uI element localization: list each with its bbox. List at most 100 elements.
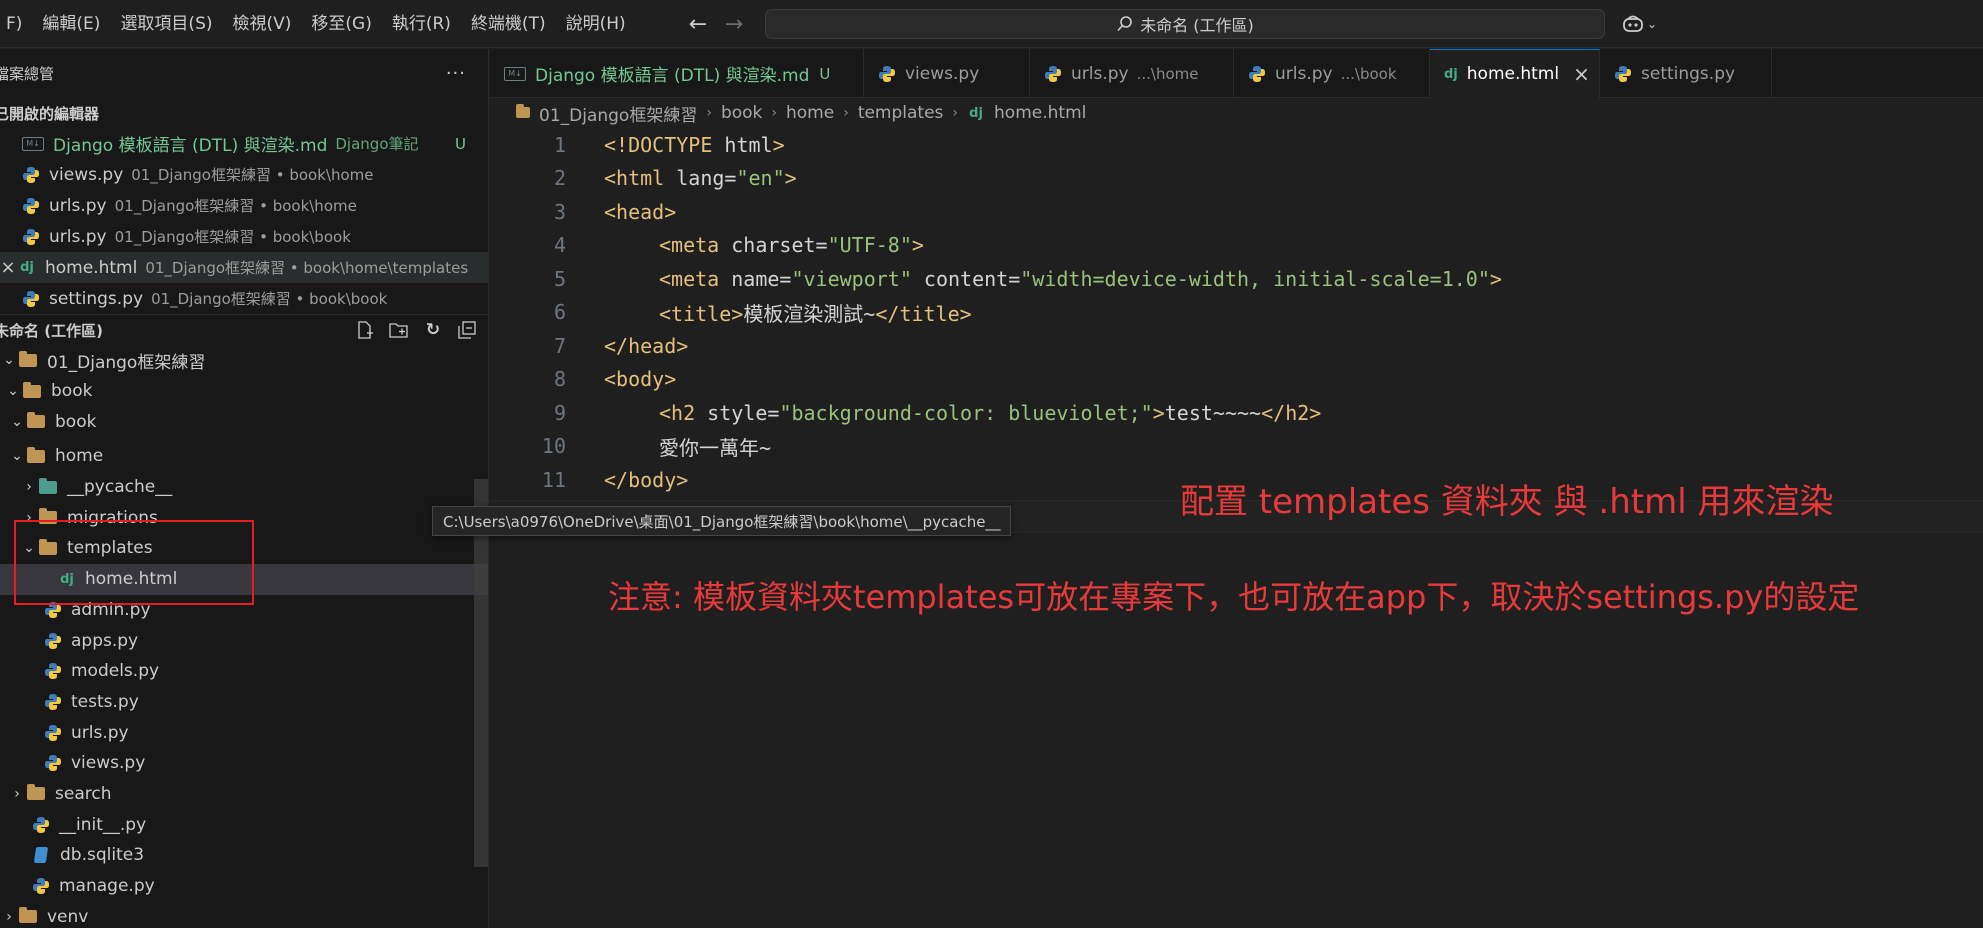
python-icon — [1044, 65, 1062, 83]
line-number: 11 — [541, 467, 566, 492]
tree-file[interactable]: manage.py — [0, 871, 488, 902]
code-text: <body> — [604, 367, 677, 392]
open-editor-item[interactable]: urls.py 01_Django框架練習 • book\home — [0, 190, 488, 221]
menu-run[interactable]: 執行(R) — [382, 0, 461, 48]
code-text: <!DOCTYPE html> — [604, 132, 785, 157]
collapse-all-icon[interactable] — [456, 319, 478, 341]
python-icon — [22, 197, 40, 215]
breadcrumb-item[interactable]: home — [786, 103, 834, 123]
new-file-icon[interactable] — [354, 319, 376, 341]
menu-terminal[interactable]: 終端機(T) — [461, 0, 556, 48]
tree-folder[interactable]: › venv — [0, 901, 488, 928]
tree-folder[interactable]: › __pycache__ — [0, 472, 488, 503]
code-line: 3 <head> — [490, 195, 676, 229]
menu-selection[interactable]: 選取項目(S) — [110, 0, 222, 48]
python-icon — [32, 816, 50, 834]
back-arrow-icon[interactable]: ← — [682, 8, 714, 40]
explorer-header: 檔案總管 ··· — [0, 49, 488, 98]
sidebar-scrollbar[interactable] — [474, 479, 488, 867]
breadcrumb-item[interactable]: home.html — [994, 103, 1086, 123]
tree-folder[interactable]: › search — [0, 779, 488, 810]
tab-markdown[interactable]: M↓ Django 模板語言 (DTL) 與渲染.md U — [490, 49, 864, 98]
code-text: <meta charset="UTF-8"> — [659, 233, 924, 258]
forward-arrow-icon[interactable]: → — [718, 8, 750, 40]
menu-edit[interactable]: 編輯(E) — [32, 0, 110, 48]
tab-views[interactable]: views.py — [864, 49, 1030, 98]
tree-label: manage.py — [59, 876, 155, 897]
menu-bar: F) 編輯(E) 選取項目(S) 檢視(V) 移至(G) 執行(R) 終端機(T… — [0, 0, 636, 48]
tab-settings[interactable]: settings.py — [1600, 49, 1772, 98]
tree-label: book — [51, 381, 93, 402]
markdown-icon: M↓ — [22, 136, 44, 151]
workspace-header[interactable]: 未命名 (工作區) ↻ — [0, 314, 488, 345]
open-editor-item[interactable]: settings.py 01_Django框架練習 • book\book — [0, 283, 488, 314]
line-number: 6 — [553, 300, 566, 325]
breadcrumb-item[interactable]: templates — [858, 103, 944, 123]
menu-help[interactable]: 說明(H) — [556, 0, 636, 48]
refresh-icon[interactable]: ↻ — [422, 319, 444, 341]
open-editor-item[interactable]: M↓ Django 模板語言 (DTL) 與渲染.md Django筆記 U — [0, 128, 488, 159]
tree-folder[interactable]: ⌄ book — [0, 376, 488, 407]
new-folder-icon[interactable] — [388, 319, 410, 341]
tree-file[interactable]: __init__.py — [0, 809, 488, 840]
open-editor-item[interactable]: urls.py 01_Django框架練習 • book\book — [0, 221, 488, 252]
line-number: 8 — [553, 367, 566, 392]
chevron-down-icon: ⌄ — [3, 352, 15, 369]
workspace-actions: ↻ — [354, 319, 478, 341]
command-center-search[interactable]: 未命名 (工作區) — [765, 9, 1605, 39]
tree-label: venv — [47, 906, 89, 927]
code-line: 11 </body> — [490, 463, 688, 497]
tree-root-folder[interactable]: ⌄ 01_Django框架練習 — [0, 345, 488, 376]
menu-file[interactable]: F) — [0, 0, 32, 48]
tab-label: views.py — [905, 63, 980, 84]
editor-tabs: M↓ Django 模板語言 (DTL) 與渲染.md U views.py u… — [490, 49, 1983, 98]
breadcrumb-item[interactable]: 01_Django框架練習 — [539, 101, 697, 126]
tree-label: 01_Django框架練習 — [47, 352, 206, 373]
open-editor-item-active[interactable]: × dj home.html 01_Django框架練習 • book\home… — [0, 252, 488, 283]
open-editor-desc: 01_Django框架練習 • book\home — [131, 166, 374, 184]
python-icon — [22, 228, 40, 246]
tab-label: urls.py — [1071, 63, 1129, 84]
python-icon — [22, 290, 40, 308]
tree-folder[interactable]: ⌄ book — [0, 406, 488, 437]
code-line: 1 <!DOCTYPE html> — [490, 128, 785, 162]
tab-label: home.html — [1466, 64, 1560, 84]
close-icon[interactable]: × — [0, 257, 18, 278]
tree-file[interactable]: models.py — [0, 656, 488, 687]
tree-folder[interactable]: ⌄ home — [0, 441, 488, 472]
tree-file[interactable]: views.py — [0, 748, 488, 779]
menu-go[interactable]: 移至(G) — [301, 0, 381, 48]
tree-label: models.py — [71, 661, 160, 682]
folder-icon — [22, 381, 42, 399]
explorer-title: 檔案總管 — [0, 65, 55, 83]
code-line: 8 <body> — [490, 363, 676, 397]
chevron-down-icon: ⌄ — [7, 383, 19, 400]
code-line: 2 <html lang="en"> — [490, 162, 797, 196]
open-editors-header[interactable]: 已開啟的編輯器 — [0, 98, 488, 128]
open-editor-item[interactable]: views.py 01_Django框架練習 • book\home — [0, 159, 488, 190]
tree-file[interactable]: apps.py — [0, 625, 488, 656]
breadcrumb-item[interactable]: book — [721, 103, 762, 123]
tab-label: Django 模板語言 (DTL) 與渲染.md — [535, 66, 810, 86]
django-icon: dj — [969, 105, 983, 121]
python-icon — [22, 166, 40, 184]
tab-urls-home[interactable]: urls.py ...\home — [1030, 49, 1234, 98]
python-icon — [1248, 65, 1266, 83]
tab-urls-book[interactable]: urls.py ...\book — [1234, 49, 1430, 98]
code-text: <title>模板渲染測試~</title> — [659, 301, 972, 326]
chevron-right-icon: › — [6, 908, 12, 925]
tree-file[interactable]: tests.py — [0, 687, 488, 718]
copilot-menu[interactable]: ⌄ — [1622, 10, 1657, 38]
folder-icon — [26, 784, 46, 802]
folder-icon — [18, 907, 38, 925]
chevron-right-icon: › — [706, 105, 712, 121]
close-icon[interactable]: × — [1573, 62, 1590, 86]
tab-home-html[interactable]: dj home.html × — [1430, 49, 1600, 98]
more-actions-icon[interactable]: ··· — [446, 63, 466, 84]
workspace-title: 未命名 (工作區) — [0, 321, 103, 340]
tree-file[interactable]: db.sqlite3 — [0, 840, 488, 871]
python-icon — [878, 65, 896, 83]
tree-label: book — [55, 411, 97, 432]
tree-file[interactable]: urls.py — [0, 717, 488, 748]
menu-view[interactable]: 檢視(V) — [223, 0, 302, 48]
